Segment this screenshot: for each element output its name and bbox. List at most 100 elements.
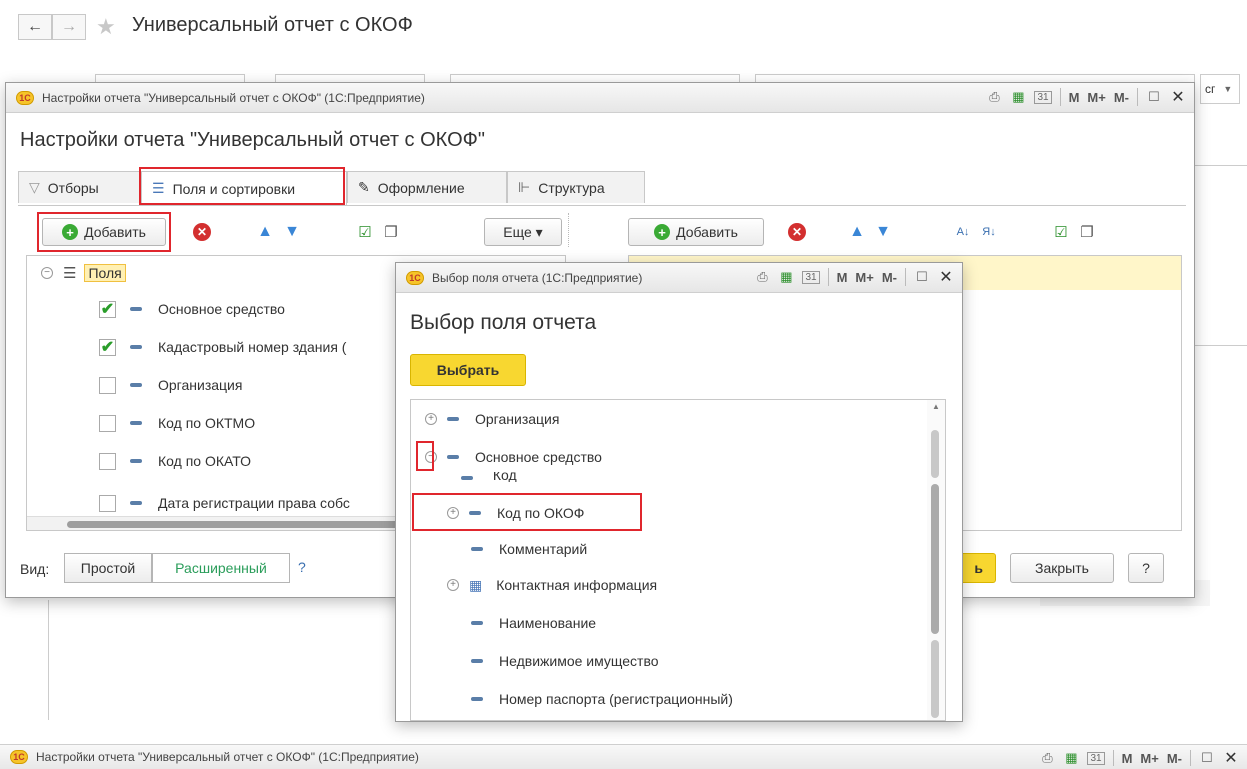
help-button[interactable]: ?	[1128, 553, 1164, 583]
uncheck-all-button[interactable]: ❐	[378, 219, 404, 245]
scroll-up-icon[interactable]: ▲	[932, 402, 940, 411]
field-row[interactable]: Дата регистрации права собс	[99, 488, 350, 518]
memory-minus-icon[interactable]: M-	[882, 270, 897, 285]
memory-m-icon[interactable]: M	[1122, 751, 1133, 766]
highlight-collapse	[416, 441, 434, 471]
select-button[interactable]: Выбрать	[410, 354, 526, 386]
tree-root-row[interactable]: − ☰ Поля	[41, 258, 126, 288]
close-icon[interactable]: ✕	[1223, 748, 1239, 768]
sort-desc-button[interactable]: Я↓	[976, 219, 1002, 245]
picker-tree-panel: + Организация − Основное средство Код + …	[410, 399, 946, 721]
calculator-icon[interactable]: ▦	[1010, 89, 1026, 105]
checkbox-unchecked[interactable]	[99, 414, 116, 432]
view-extended-button[interactable]: Расширенный	[152, 553, 290, 583]
checkbox-unchecked[interactable]	[99, 494, 116, 512]
sort-descending-icon: Я↓	[982, 226, 996, 238]
picker-row[interactable]: Наименование	[471, 608, 596, 638]
picker-row[interactable]: Недвижимое имущество	[471, 646, 659, 676]
check-all-icon: ☑	[358, 224, 372, 241]
bottom-window-bar: 1С Настройки отчета "Универсальный отчет…	[0, 744, 1247, 769]
picker-row[interactable]: Номер паспорта (регистрационный)	[471, 684, 733, 714]
delete-button[interactable]: ✕	[189, 219, 215, 245]
memory-m-icon[interactable]: M	[1069, 90, 1080, 105]
expand-icon[interactable]: +	[447, 579, 459, 591]
forward-arrow-icon: →	[61, 18, 77, 35]
close-button[interactable]: Закрыть	[1010, 553, 1114, 583]
view-simple-button[interactable]: Простой	[64, 553, 152, 583]
calculator-icon[interactable]: ▦	[1063, 750, 1079, 766]
memory-minus-icon[interactable]: M-	[1167, 751, 1182, 766]
maximize-icon[interactable]: ☐	[1146, 89, 1162, 105]
memory-plus-icon[interactable]: M+	[1087, 90, 1105, 105]
move-up-button[interactable]: ▲	[252, 219, 278, 245]
picker-row[interactable]: − Основное средство	[425, 442, 602, 472]
help-link[interactable]: ?	[298, 559, 306, 575]
maximize-icon[interactable]: ☐	[1199, 750, 1215, 766]
sort-uncheck-all-button[interactable]: ❐	[1074, 219, 1100, 245]
scrollbar-thumb[interactable]	[67, 521, 427, 528]
maximize-icon[interactable]: ☐	[914, 269, 930, 285]
delete-sort-button[interactable]: ✕	[784, 219, 810, 245]
settings-heading: Настройки отчета "Универсальный отчет с …	[20, 129, 485, 151]
scrollbar-track-segment[interactable]	[931, 430, 939, 478]
forward-button[interactable]: →	[52, 14, 86, 40]
tab-appearance[interactable]: ✎ Оформление	[347, 171, 507, 203]
arrow-up-icon: ▲	[849, 223, 865, 240]
field-row[interactable]: ✔ Основное средство	[99, 294, 285, 324]
expand-icon[interactable]: +	[425, 413, 437, 425]
print-icon[interactable]: ⎙	[986, 89, 1002, 105]
sort-move-up-button[interactable]: ▲	[844, 219, 870, 245]
check-all-button[interactable]: ☑	[352, 219, 378, 245]
collapse-icon[interactable]: −	[41, 267, 53, 279]
sort-move-down-button[interactable]: ▼	[870, 219, 896, 245]
structure-icon: ⊩	[518, 179, 531, 195]
toolbar-separator	[568, 213, 569, 247]
picker-row-partial[interactable]: Код	[461, 472, 517, 482]
vertical-scrollbar[interactable]: ▲	[927, 400, 945, 720]
field-row[interactable]: Код по ОКАТО	[99, 446, 251, 476]
picker-row[interactable]: + ▦ Контактная информация	[447, 570, 657, 600]
more-button[interactable]: Еще ▾	[484, 218, 562, 246]
checkbox-checked[interactable]: ✔	[99, 338, 116, 356]
checkbox-unchecked[interactable]	[99, 452, 116, 470]
sort-check-all-button[interactable]: ☑	[1048, 219, 1074, 245]
field-row[interactable]: Организация	[99, 370, 242, 400]
memory-plus-icon[interactable]: M+	[1140, 751, 1158, 766]
scrollbar-track-segment[interactable]	[931, 640, 939, 718]
calendar-icon[interactable]: 31	[802, 270, 820, 284]
add-sort-button[interactable]: + Добавить	[628, 218, 764, 246]
field-row[interactable]: Код по ОКТМО	[99, 408, 255, 438]
divider	[48, 600, 49, 720]
1c-logo-icon: 1С	[406, 270, 424, 285]
highlight-okof	[412, 493, 642, 531]
print-icon[interactable]: ⎙	[754, 269, 770, 285]
move-down-button[interactable]: ▼	[279, 219, 305, 245]
sort-asc-button[interactable]: A↓	[950, 219, 976, 245]
close-icon[interactable]: ✕	[938, 267, 954, 287]
picker-titlebar: 1С Выбор поля отчета (1С:Предприятие) ⎙ …	[396, 263, 962, 293]
back-button[interactable]: ←	[18, 14, 52, 40]
field-row[interactable]: ✔ Кадастровый номер здания (	[99, 332, 346, 362]
tab-structure[interactable]: ⊩ Структура	[507, 171, 645, 203]
memory-minus-icon[interactable]: M-	[1114, 90, 1129, 105]
checkbox-checked[interactable]: ✔	[99, 300, 116, 318]
calculator-icon[interactable]: ▦	[778, 269, 794, 285]
picker-row[interactable]: + Организация	[425, 404, 559, 434]
field-icon	[130, 501, 142, 505]
field-icon	[130, 421, 142, 425]
picker-row[interactable]: Комментарий	[471, 534, 587, 564]
tab-filters[interactable]: ▽ Отборы	[18, 171, 141, 203]
close-icon[interactable]: ✕	[1170, 87, 1186, 107]
memory-m-icon[interactable]: M	[837, 270, 848, 285]
favorite-star-icon[interactable]: ★	[96, 14, 116, 40]
print-icon[interactable]: ⎙	[1039, 750, 1055, 766]
calendar-icon[interactable]: 31	[1087, 751, 1105, 765]
background-select[interactable]: сг ▼	[1200, 74, 1240, 104]
field-icon	[447, 455, 459, 459]
arrow-down-icon: ▼	[875, 223, 891, 240]
memory-plus-icon[interactable]: M+	[855, 270, 873, 285]
scrollbar-thumb[interactable]	[931, 484, 939, 634]
field-icon	[447, 417, 459, 421]
checkbox-unchecked[interactable]	[99, 376, 116, 394]
calendar-icon[interactable]: 31	[1034, 90, 1052, 104]
